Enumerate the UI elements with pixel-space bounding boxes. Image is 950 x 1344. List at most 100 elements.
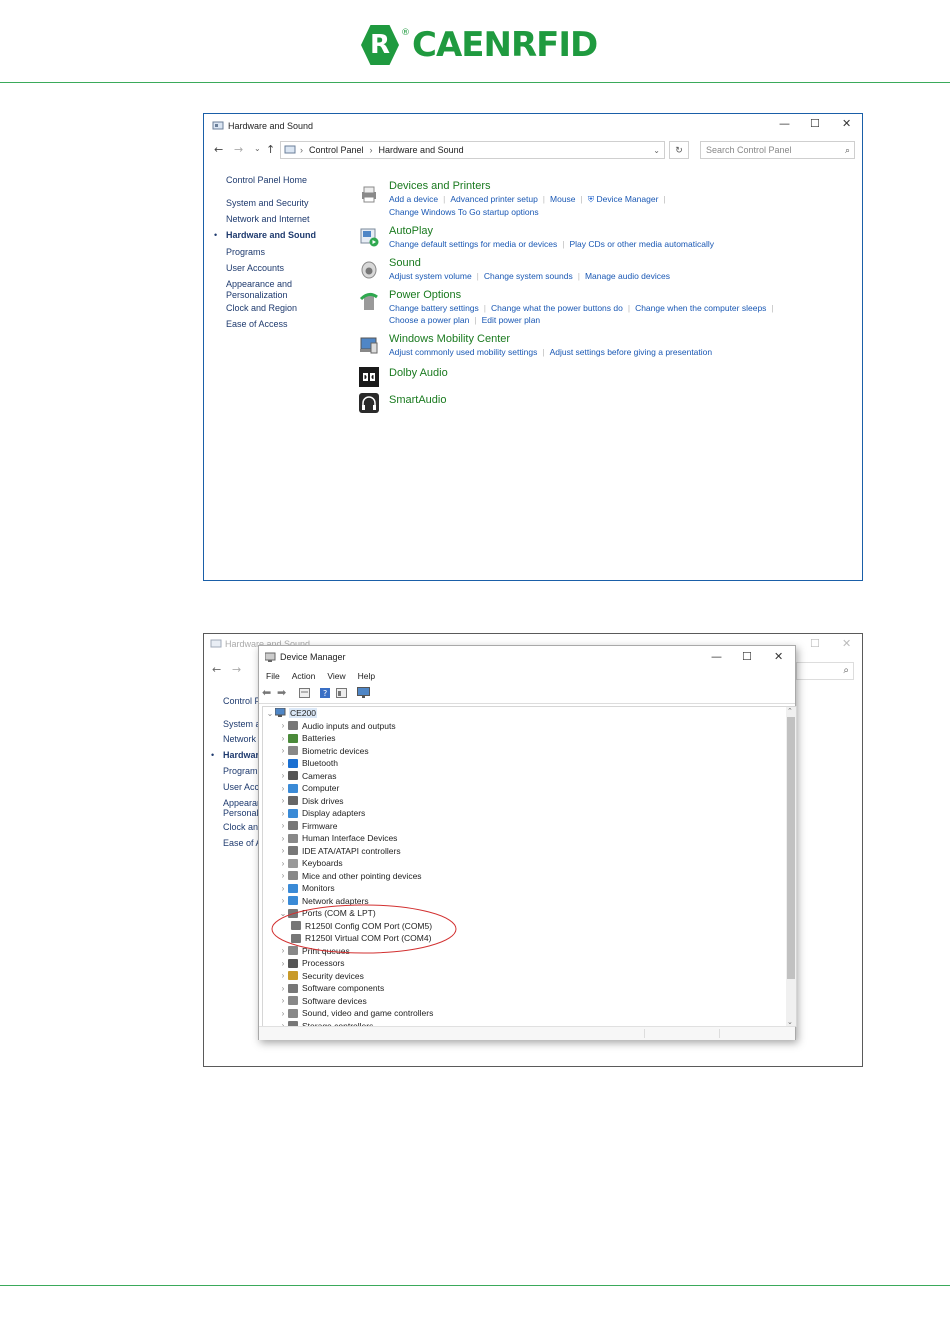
sidebar-item-clock-region[interactable]: Clock and Region [226,303,297,314]
link-advanced-printer-setup[interactable]: Advanced printer setup [450,194,537,204]
search-input[interactable]: Search Control Panel ⌕ [700,141,855,159]
link-edit-power-plan[interactable]: Edit power plan [482,315,541,325]
tree-category-item[interactable]: › Mice and other pointing devices [278,870,422,882]
link-power-buttons[interactable]: Change what the power buttons do [491,303,623,313]
recent-dropdown-icon[interactable]: ⌄ [254,144,261,153]
category-autoplay[interactable]: AutoPlay [389,225,433,237]
link-mobility-settings[interactable]: Adjust commonly used mobility settings [389,347,537,357]
chevron-right-icon[interactable]: › [278,796,288,805]
sidebar-item-user-accounts[interactable]: User Accounts [226,263,284,274]
chevron-right-icon[interactable]: › [278,959,288,968]
background-back-arrow-icon[interactable]: ← [212,663,221,676]
toolbar-forward-icon[interactable]: ➡ [277,686,286,699]
link-presentation-settings[interactable]: Adjust settings before giving a presenta… [550,347,713,357]
chevron-right-icon[interactable]: › [278,721,288,730]
menu-view[interactable]: View [327,671,345,681]
scroll-up-icon[interactable]: ⌃ [787,707,793,715]
back-arrow-icon[interactable]: ← [214,143,223,156]
chevron-right-icon[interactable]: › [278,859,288,868]
link-device-manager[interactable]: Device Manager [597,194,659,204]
dm-maximize-button[interactable]: ☐ [742,650,752,663]
background-close-button[interactable]: ✕ [842,637,851,650]
search-icon[interactable]: ⌕ [845,145,850,156]
up-arrow-icon[interactable]: ↑ [266,143,275,156]
forward-arrow-icon[interactable]: → [234,143,243,156]
link-add-device[interactable]: Add a device [389,194,438,204]
link-computer-sleeps[interactable]: Change when the computer sleeps [635,303,766,313]
chevron-right-icon[interactable]: › [278,759,288,768]
tree-root[interactable]: ⌄ CE200 [265,707,317,719]
chevron-right-icon[interactable]: › [278,771,288,780]
scroll-down-icon[interactable]: ⌄ [787,1018,793,1026]
link-windows-to-go[interactable]: Change Windows To Go startup options [389,207,539,217]
category-sound[interactable]: Sound [389,257,421,269]
close-button[interactable]: ✕ [842,117,851,130]
sidebar-item-hardware-sound[interactable]: Hardware and Sound [226,230,316,241]
breadcrumb-control-panel[interactable]: Control Panel [309,145,364,155]
chevron-down-icon[interactable]: ⌄ [265,709,275,718]
chevron-right-icon[interactable]: › [278,846,288,855]
tree-category-item[interactable]: › Audio inputs and outputs [278,720,396,732]
chevron-right-icon[interactable]: › [278,884,288,893]
toolbar-help-icon[interactable]: ? [320,688,330,698]
tree-category-item[interactable]: › Security devices [278,970,364,982]
chevron-right-icon[interactable]: › [278,871,288,880]
tree-category-item[interactable]: › Keyboards [278,857,343,869]
tree-category-item[interactable]: › Cameras [278,770,337,782]
tree-category-item[interactable]: › Monitors [278,882,335,894]
chevron-right-icon[interactable]: › [278,996,288,1005]
chevron-right-icon[interactable]: › [278,821,288,830]
category-smartaudio[interactable]: SmartAudio [389,394,446,406]
sidebar-item-system-security[interactable]: System and Security [226,198,309,209]
tree-category-item[interactable]: › Batteries [278,732,336,744]
tree-category-item[interactable]: › Software devices [278,995,367,1007]
toolbar-back-icon[interactable]: ⬅ [262,686,271,699]
chevron-right-icon[interactable]: › [278,784,288,793]
sidebar-item-network[interactable]: Network and Internet [226,214,310,225]
chevron-right-icon[interactable]: › [278,984,288,993]
tree-category-item[interactable]: › Firmware [278,820,338,832]
tree-category-item[interactable]: › Sound, video and game controllers [278,1007,434,1019]
maximize-button[interactable]: ☐ [810,117,820,130]
link-play-cds[interactable]: Play CDs or other media automatically [569,239,714,249]
chevron-right-icon[interactable]: › [278,746,288,755]
tree-category-item[interactable]: › Processors [278,957,345,969]
address-dropdown-icon[interactable]: ⌄ [653,146,660,155]
background-search-input[interactable]: ⌕ [796,662,854,680]
dm-close-button[interactable]: ✕ [774,650,783,663]
tree-category-item[interactable]: › Disk drives [278,795,344,807]
link-choose-power-plan[interactable]: Choose a power plan [389,315,469,325]
link-change-system-sounds[interactable]: Change system sounds [484,271,573,281]
scrollbar-thumb[interactable] [787,717,795,979]
minimize-button[interactable]: — [779,117,790,130]
tree-category-item[interactable]: › Biometric devices [278,745,369,757]
breadcrumb-hardware-and-sound[interactable]: Hardware and Sound [379,145,464,155]
chevron-right-icon[interactable]: › [278,734,288,743]
link-adjust-volume[interactable]: Adjust system volume [389,271,472,281]
link-manage-audio[interactable]: Manage audio devices [585,271,670,281]
tree-scrollbar[interactable]: ⌃ ⌄ [786,707,796,1026]
dm-minimize-button[interactable]: — [711,650,722,663]
toolbar-properties-icon[interactable] [299,688,310,698]
tree-category-item[interactable]: › Computer [278,782,340,794]
link-battery-settings[interactable]: Change battery settings [389,303,479,313]
sidebar-item-home[interactable]: Control Panel Home [226,175,307,186]
sidebar-item-appearance[interactable]: Appearance and Personalization [226,279,306,301]
category-mobility-center[interactable]: Windows Mobility Center [389,333,510,345]
tree-category-item[interactable]: › Software components [278,982,385,994]
link-change-default-media[interactable]: Change default settings for media or dev… [389,239,557,249]
link-mouse[interactable]: Mouse [550,194,576,204]
menu-action[interactable]: Action [292,671,316,681]
sidebar-item-ease-of-access[interactable]: Ease of Access [226,319,288,330]
chevron-right-icon[interactable]: › [278,971,288,980]
sidebar-item-programs[interactable]: Programs [226,247,265,258]
tree-category-item[interactable]: › Display adapters [278,807,366,819]
tree-category-item[interactable]: › Human Interface Devices [278,832,398,844]
menu-file[interactable]: File [266,671,280,681]
menu-help[interactable]: Help [358,671,375,681]
tree-category-item[interactable]: › IDE ATA/ATAPI controllers [278,845,401,857]
search-icon[interactable]: ⌕ [843,665,849,676]
background-maximize-button[interactable]: ☐ [810,637,820,650]
refresh-icon[interactable]: ↻ [669,141,689,159]
background-forward-arrow-icon[interactable]: → [232,663,241,676]
